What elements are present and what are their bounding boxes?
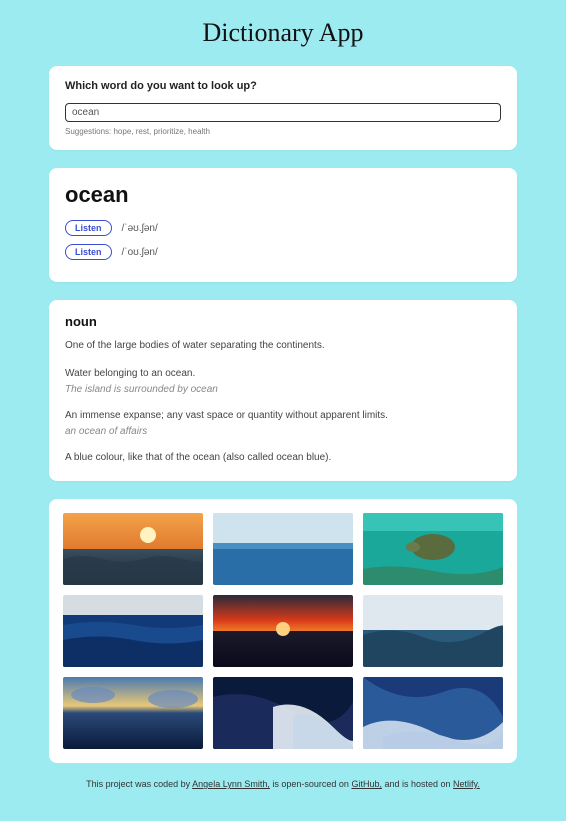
meanings-card: noun One of the large bodies of water se… [49, 300, 517, 481]
phonetic-row: Listen /ˈoʊ.ʃən/ [65, 244, 501, 260]
definition-text: Water belonging to an ocean. [65, 367, 501, 381]
footer-github-link[interactable]: GitHub, [351, 779, 382, 789]
definition-text: An immense expanse; any vast space or qu… [65, 409, 501, 423]
gallery-image [213, 595, 353, 667]
footer-host-link[interactable]: Netlify. [453, 779, 480, 789]
footer: This project was coded by Angela Lynn Sm… [49, 779, 517, 789]
search-card: Which word do you want to look up? Sugge… [49, 66, 517, 150]
phonetic-text: /ˈoʊ.ʃən/ [122, 247, 158, 258]
word-card: ocean Listen /ˈəʊ.ʃən/ Listen /ˈoʊ.ʃən/ [49, 168, 517, 282]
search-input[interactable] [65, 103, 501, 122]
search-suggestions: Suggestions: hope, rest, prioritize, hea… [65, 127, 501, 136]
gallery-image [363, 513, 503, 585]
footer-text: and is hosted on [382, 779, 453, 789]
definition-text: One of the large bodies of water separat… [65, 339, 501, 353]
gallery-image [63, 513, 203, 585]
gallery-image [213, 677, 353, 749]
listen-button[interactable]: Listen [65, 244, 112, 260]
footer-author-link[interactable]: Angela Lynn Smith, [192, 779, 270, 789]
image-gallery [49, 499, 517, 763]
gallery-image [363, 677, 503, 749]
search-prompt: Which word do you want to look up? [65, 80, 501, 92]
definition-example: an ocean of affairs [65, 426, 501, 437]
gallery-image [363, 595, 503, 667]
gallery-image [63, 595, 203, 667]
result-word: ocean [65, 182, 501, 208]
footer-text: is open-sourced on [270, 779, 352, 789]
gallery-image [63, 677, 203, 749]
definition-example: The island is surrounded by ocean [65, 384, 501, 395]
footer-text: This project was coded by [86, 779, 192, 789]
listen-button[interactable]: Listen [65, 220, 112, 236]
app-title: Dictionary App [49, 18, 517, 48]
phonetic-text: /ˈəʊ.ʃən/ [122, 223, 158, 234]
gallery-image [213, 513, 353, 585]
phonetic-row: Listen /ˈəʊ.ʃən/ [65, 220, 501, 236]
definition-text: A blue colour, like that of the ocean (a… [65, 451, 501, 465]
part-of-speech: noun [65, 314, 501, 329]
